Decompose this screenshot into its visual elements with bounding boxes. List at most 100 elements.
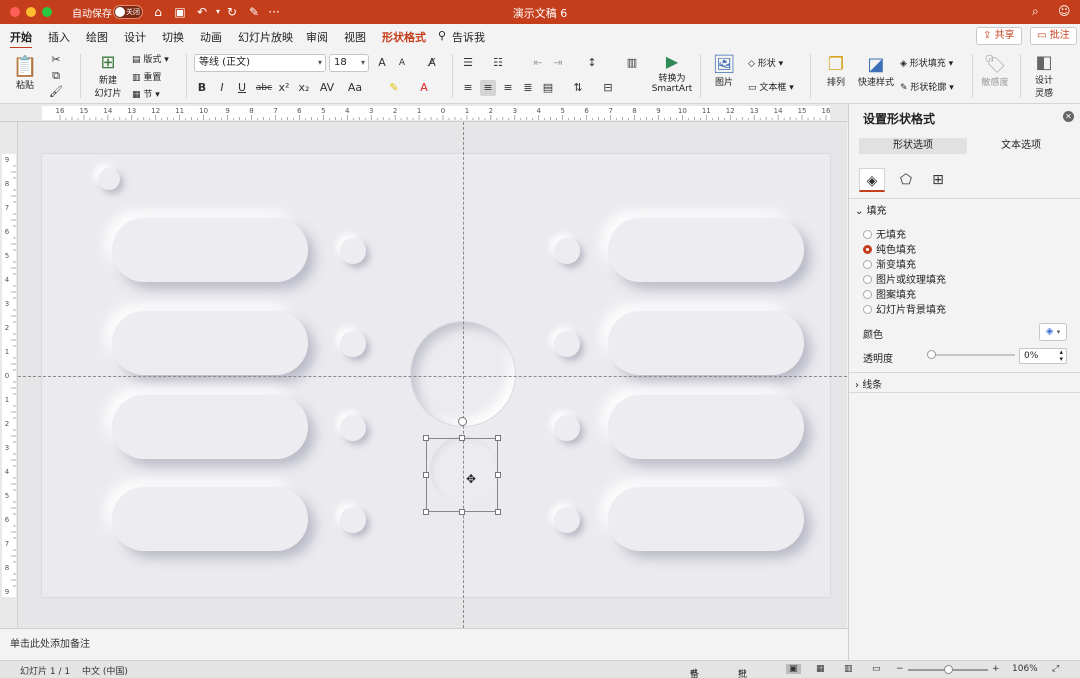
shrink-font-button[interactable]: A: [394, 55, 410, 71]
rounded-rect-shape[interactable]: [608, 311, 804, 375]
radio-button[interactable]: [863, 275, 872, 284]
paste-button[interactable]: 📋 粘贴: [10, 54, 40, 91]
underline-button[interactable]: U: [234, 80, 250, 96]
arrange-button[interactable]: ❐ 排列: [818, 54, 854, 88]
radio-button[interactable]: [863, 230, 872, 239]
transparency-input[interactable]: 0% ▴ ▾: [1019, 348, 1067, 364]
fill-option[interactable]: 图片或纹理填充: [863, 271, 946, 286]
superscript-button[interactable]: x²: [276, 80, 292, 96]
fill-line-icon[interactable]: ◈: [859, 168, 885, 192]
fill-section-header[interactable]: ⌄ 填充: [855, 202, 887, 217]
color-picker-button[interactable]: ◈ ▾: [1039, 323, 1067, 341]
zoom-slider-knob[interactable]: [944, 665, 953, 674]
vertical-guide[interactable]: [463, 122, 464, 628]
fill-option[interactable]: 无填充: [863, 226, 906, 241]
cut-icon[interactable]: ✂: [48, 52, 64, 68]
rounded-rect-shape[interactable]: [608, 487, 804, 551]
resize-handle[interactable]: [459, 435, 465, 441]
quick-styles-button[interactable]: ◪ 快速样式: [856, 54, 896, 88]
change-case-button[interactable]: Aa: [344, 80, 366, 96]
rounded-rect-shape[interactable]: [608, 395, 804, 459]
text-direction-icon[interactable]: ⇅: [570, 80, 586, 96]
subscript-button[interactable]: x₂: [296, 80, 312, 96]
slider-knob[interactable]: [927, 350, 936, 359]
italic-button[interactable]: I: [214, 80, 230, 96]
tell-me-search[interactable]: 告诉我: [452, 29, 485, 45]
rounded-rect-shape[interactable]: [112, 311, 308, 375]
radio-button[interactable]: [863, 245, 872, 254]
slideshow-icon[interactable]: ▭: [872, 664, 881, 674]
resize-handle[interactable]: [423, 472, 429, 478]
radio-button[interactable]: [863, 260, 872, 269]
layout-button[interactable]: ▤ 版式 ▾: [132, 52, 169, 65]
shapes-button[interactable]: ◇ 形状 ▾: [748, 56, 783, 69]
transparency-slider[interactable]: [927, 350, 1015, 359]
designer-button[interactable]: ◧ 设计 灵感: [1026, 52, 1062, 99]
align-left-icon[interactable]: ≡: [460, 80, 476, 96]
zoom-in-icon[interactable]: +: [992, 664, 1000, 674]
increase-indent-icon[interactable]: ⇥: [550, 55, 566, 71]
align-right-icon[interactable]: ≡: [500, 80, 516, 96]
fit-to-window-icon[interactable]: ⤢: [1052, 664, 1059, 674]
bullets-icon[interactable]: ☰: [460, 55, 476, 71]
font-size-combo[interactable]: 18 ▾: [329, 54, 369, 72]
rounded-rect-shape[interactable]: [112, 218, 308, 282]
horizontal-guide[interactable]: [18, 376, 847, 377]
tab-view[interactable]: 视图: [344, 29, 366, 45]
bold-button[interactable]: B: [194, 80, 210, 96]
rounded-rect-shape[interactable]: [112, 395, 308, 459]
columns-icon[interactable]: ▥: [624, 55, 640, 71]
clear-format-icon[interactable]: A̸: [424, 55, 440, 71]
small-circle-shape[interactable]: [554, 238, 580, 264]
slide-sorter-icon[interactable]: ▦: [816, 664, 825, 674]
format-painter-icon[interactable]: 🖌: [48, 84, 64, 100]
tab-draw[interactable]: 绘图: [86, 29, 108, 45]
char-spacing-button[interactable]: AV: [316, 80, 338, 96]
notes-pane[interactable]: 单击此处添加备注: [0, 628, 848, 660]
align-text-icon[interactable]: ⊟: [600, 80, 616, 96]
tab-transitions[interactable]: 切换: [162, 29, 184, 45]
textbox-button[interactable]: ▭ 文本框 ▾: [748, 80, 794, 93]
font-name-combo[interactable]: 等线 (正文) ▾: [194, 54, 326, 72]
grow-font-button[interactable]: A: [374, 55, 390, 71]
tab-animations[interactable]: 动画: [200, 29, 222, 45]
resize-handle[interactable]: [459, 509, 465, 515]
rotate-handle[interactable]: [458, 417, 467, 426]
line-section-header[interactable]: › 线条: [855, 376, 882, 391]
comments-button[interactable]: ▭ 批注: [1030, 27, 1077, 45]
share-button[interactable]: ⇪ 共享: [976, 27, 1022, 45]
shape-outline-button[interactable]: ✎ 形状轮廓 ▾: [900, 80, 954, 93]
small-circle-shape[interactable]: [340, 507, 366, 533]
small-circle-shape[interactable]: [340, 238, 366, 264]
search-icon[interactable]: ⌕: [1032, 4, 1039, 19]
font-color-icon[interactable]: A: [416, 80, 432, 96]
tab-text-options[interactable]: 文本选项: [967, 138, 1075, 154]
decrease-indent-icon[interactable]: ⇤: [530, 55, 546, 71]
normal-view-icon[interactable]: ▣: [786, 664, 801, 674]
fill-option[interactable]: 图案填充: [863, 286, 916, 301]
sensitivity-button[interactable]: 🏷 敏感度: [978, 54, 1012, 88]
zoom-out-icon[interactable]: −: [896, 664, 904, 674]
small-circle-shape[interactable]: [340, 331, 366, 357]
resize-handle[interactable]: [423, 435, 429, 441]
copy-icon[interactable]: ⧉: [48, 68, 64, 84]
fill-option[interactable]: 纯色填充: [863, 241, 916, 256]
tab-home[interactable]: 开始: [10, 29, 32, 49]
resize-handle[interactable]: [495, 509, 501, 515]
close-icon[interactable]: ✕: [1063, 111, 1074, 122]
notes-placeholder[interactable]: 单击此处添加备注: [10, 635, 90, 650]
radio-button[interactable]: [863, 305, 872, 314]
rounded-rect-shape[interactable]: [112, 487, 308, 551]
convert-smartart-button[interactable]: ▶ 转换为 SmartArt: [650, 52, 694, 94]
resize-handle[interactable]: [495, 435, 501, 441]
radio-button[interactable]: [863, 290, 872, 299]
picture-button[interactable]: 🖼 图片: [706, 54, 742, 88]
selection-box[interactable]: [426, 438, 498, 512]
account-icon[interactable]: ☺: [1058, 4, 1071, 18]
stepper-icon[interactable]: ▴ ▾: [1059, 349, 1063, 363]
effects-icon[interactable]: ⬠: [893, 168, 919, 192]
tab-slideshow[interactable]: 幻灯片放映: [238, 29, 293, 45]
fill-option[interactable]: 渐变填充: [863, 256, 916, 271]
distribute-icon[interactable]: ▤: [540, 80, 556, 96]
reset-button[interactable]: ▥ 重置: [132, 70, 161, 83]
